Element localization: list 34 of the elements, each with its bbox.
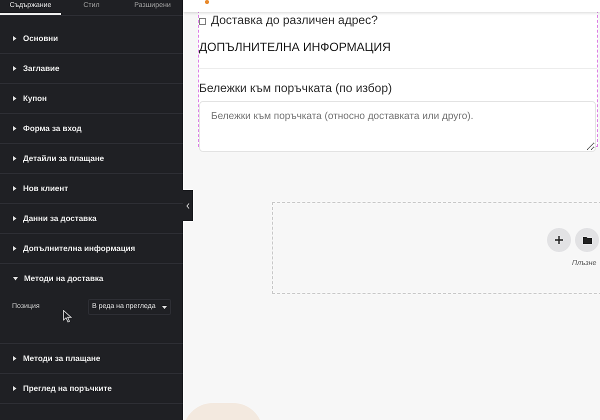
section-header[interactable]: Форма за вход [0, 114, 183, 143]
order-notes-field[interactable]: Бележки към поръчката (относно доставката или друго). [199, 101, 596, 152]
collapse-panel-button[interactable] [183, 190, 193, 221]
plus-icon [555, 236, 563, 244]
section-header[interactable]: Допълнителна информация [0, 234, 183, 263]
caret-right-icon [13, 186, 17, 191]
section-header[interactable]: Детайли за плащане [0, 144, 183, 173]
mouse-cursor-icon [63, 310, 72, 323]
section-heading: ДОПЪЛНИТЕЛНА ИНФОРМАЦИЯ [199, 38, 597, 69]
section-header[interactable]: Методи на доставка [0, 264, 183, 293]
folder-icon [582, 236, 592, 244]
section-header[interactable]: Нов клиент [0, 174, 183, 203]
caret-down-icon [13, 276, 18, 280]
caret-right-icon [13, 96, 17, 101]
section-header[interactable]: Данни за доставка [0, 204, 183, 233]
field-label: Бележки към поръчката (по избор) [199, 80, 394, 97]
caret-right-icon [13, 216, 17, 221]
caret-right-icon [13, 66, 17, 71]
section-header[interactable]: Купон [0, 84, 183, 113]
caret-right-icon [13, 126, 17, 131]
caret-right-icon [13, 386, 17, 391]
chevron-left-icon [186, 202, 190, 208]
caret-right-icon [13, 246, 17, 251]
section-header[interactable]: Заглавие [0, 54, 183, 83]
section-header[interactable]: Методи за плащане [0, 344, 183, 373]
caret-right-icon [13, 156, 17, 161]
caret-right-icon [13, 36, 17, 41]
section-header[interactable]: Основни [0, 24, 183, 53]
caret-down-icon [162, 306, 167, 308]
checkbox-label: Доставка до различен адрес? [211, 12, 378, 29]
caret-right-icon [13, 356, 17, 361]
add-template-button[interactable] [575, 228, 599, 252]
add-section-button[interactable] [547, 228, 571, 252]
section-header[interactable]: Преглед на поръчките [0, 374, 183, 403]
